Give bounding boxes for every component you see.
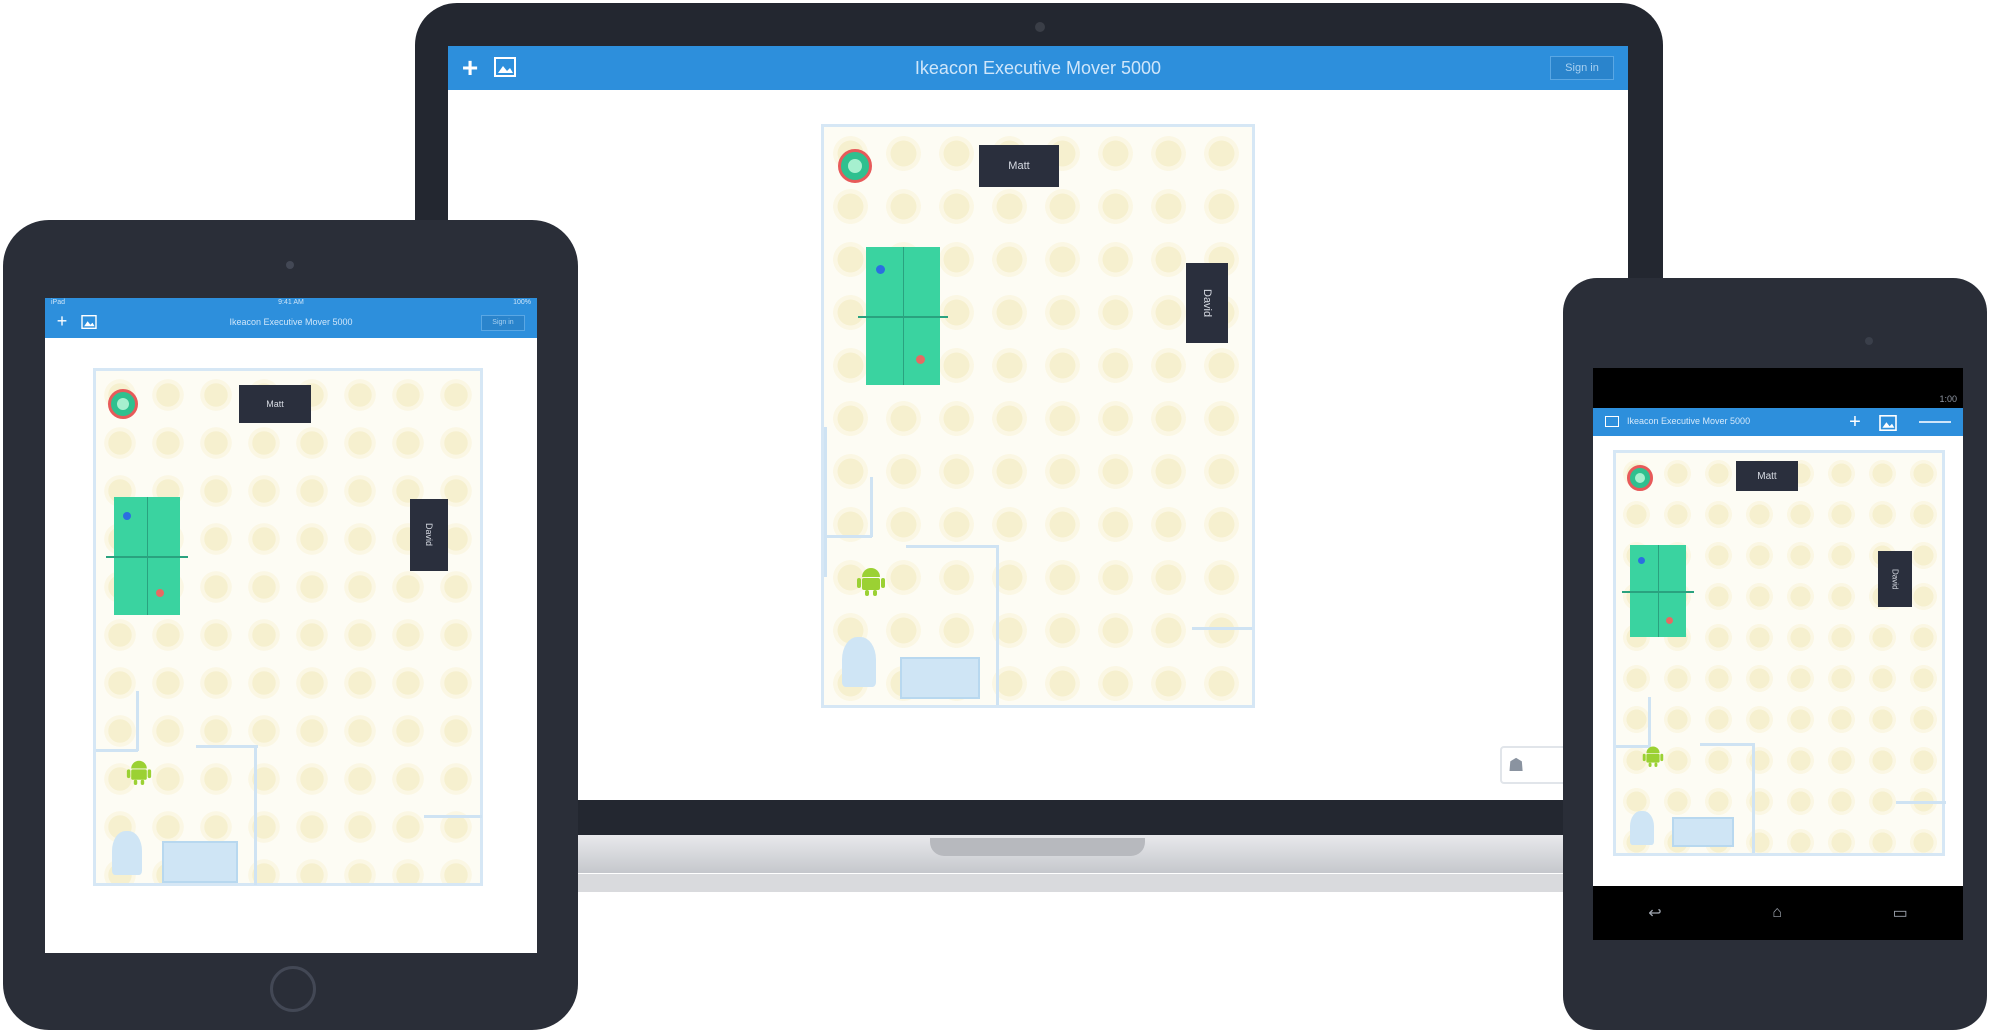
- image-button[interactable]: [1879, 415, 1897, 431]
- robot-icon[interactable]: [854, 564, 888, 598]
- wall: [870, 477, 873, 537]
- robot-chip[interactable]: ☗: [1500, 746, 1570, 784]
- door-label: Matt: [1008, 160, 1030, 172]
- menu-icon[interactable]: [1919, 421, 1951, 423]
- wall: [1752, 743, 1755, 853]
- sensor-icon[interactable]: [108, 389, 138, 419]
- blue-player-dot: [876, 265, 885, 274]
- person-seat: [1630, 811, 1654, 845]
- door-matt[interactable]: Matt: [979, 145, 1059, 187]
- app-title: Ikeacon Executive Mover 5000: [1627, 416, 1751, 426]
- table-center-line: [1658, 545, 1659, 637]
- wall: [424, 815, 482, 818]
- status-battery: 100%: [513, 299, 531, 306]
- recent-apps-icon[interactable]: ▭: [1893, 903, 1908, 923]
- laptop-notch: [930, 838, 1145, 856]
- door-matt[interactable]: Matt: [239, 385, 311, 423]
- red-player-dot: [156, 589, 164, 597]
- ping-pong-table[interactable]: [106, 497, 188, 615]
- sensor-icon[interactable]: [838, 149, 872, 183]
- floor-map[interactable]: Matt David: [821, 124, 1255, 708]
- ping-pong-table[interactable]: [858, 247, 948, 385]
- sign-in-button[interactable]: Sign in: [481, 315, 525, 331]
- robot-icon[interactable]: [124, 757, 154, 787]
- floor-map[interactable]: Matt David: [93, 368, 483, 886]
- door-label: Matt: [266, 399, 284, 409]
- person-seat: [842, 637, 876, 687]
- phone-camera: [1865, 337, 1873, 345]
- lobby-area: [162, 841, 238, 883]
- plus-icon: +: [1849, 410, 1861, 433]
- back-icon[interactable]: ↩: [1648, 903, 1661, 923]
- door-label: David: [1890, 568, 1900, 590]
- floor-map[interactable]: Matt David: [1613, 450, 1946, 856]
- wall: [254, 745, 257, 885]
- wall: [196, 745, 258, 748]
- wall: [136, 691, 139, 751]
- phone-content: Ikeacon Executive Mover 5000 + Matt Davi…: [1593, 408, 1963, 886]
- ping-pong-table[interactable]: [1622, 545, 1694, 637]
- red-player-dot: [1666, 617, 1673, 624]
- status-time: 1:00: [1939, 394, 1957, 404]
- laptop-camera: [1035, 22, 1045, 32]
- app-header: iPad 9:41 AM 100% + Ikeacon Executive Mo…: [45, 298, 537, 338]
- app-header: + Ikeacon Executive Mover 5000 Sign in: [448, 46, 1628, 90]
- door-label: David: [1201, 288, 1213, 318]
- laptop-screen: + Ikeacon Executive Mover 5000 Sign in M…: [448, 46, 1628, 800]
- wall: [824, 535, 872, 538]
- sensor-icon[interactable]: [1627, 465, 1653, 491]
- app-header: Ikeacon Executive Mover 5000 +: [1593, 408, 1963, 436]
- app-logo: [1605, 416, 1619, 427]
- sign-in-button[interactable]: Sign in: [1550, 56, 1614, 80]
- door-david[interactable]: David: [1878, 551, 1912, 607]
- door-david[interactable]: David: [410, 499, 448, 571]
- wall: [824, 427, 827, 577]
- android-navbar: ↩ ⌂ ▭: [1593, 886, 1963, 940]
- tablet-screen: iPad 9:41 AM 100% + Ikeacon Executive Mo…: [45, 298, 537, 953]
- wall: [1648, 697, 1651, 747]
- door-label: David: [424, 523, 434, 547]
- wall: [996, 545, 999, 705]
- image-icon: [1879, 415, 1897, 431]
- app-title: Ikeacon Executive Mover 5000: [229, 317, 353, 327]
- table-center-line: [147, 497, 148, 615]
- door-label: Matt: [1757, 470, 1777, 482]
- app-title: Ikeacon Executive Mover 5000: [914, 58, 1162, 78]
- robot-icon[interactable]: [1640, 743, 1666, 769]
- lobby-area: [900, 657, 980, 699]
- home-icon[interactable]: ⌂: [1772, 904, 1782, 922]
- door-david[interactable]: David: [1186, 263, 1228, 343]
- add-button[interactable]: +: [1845, 410, 1865, 433]
- home-button[interactable]: [270, 966, 316, 1012]
- wall: [1700, 743, 1754, 746]
- red-player-dot: [916, 355, 925, 364]
- door-matt[interactable]: Matt: [1736, 461, 1798, 491]
- tablet-camera: [286, 261, 294, 269]
- wall: [96, 749, 138, 752]
- person-seat: [112, 831, 142, 875]
- wall: [906, 545, 998, 548]
- wall: [1192, 627, 1252, 630]
- phone-screen: 1:00 Ikeacon Executive Mover 5000 + Matt…: [1593, 368, 1963, 940]
- lobby-area: [1672, 817, 1734, 847]
- table-center-line: [903, 247, 904, 385]
- blue-player-dot: [123, 512, 131, 520]
- blue-player-dot: [1638, 557, 1645, 564]
- wall: [1896, 801, 1946, 804]
- status-time: 9:41 AM: [278, 299, 304, 306]
- robot-icon: ☗: [1508, 754, 1525, 775]
- status-bar: 1:00: [1593, 368, 1963, 408]
